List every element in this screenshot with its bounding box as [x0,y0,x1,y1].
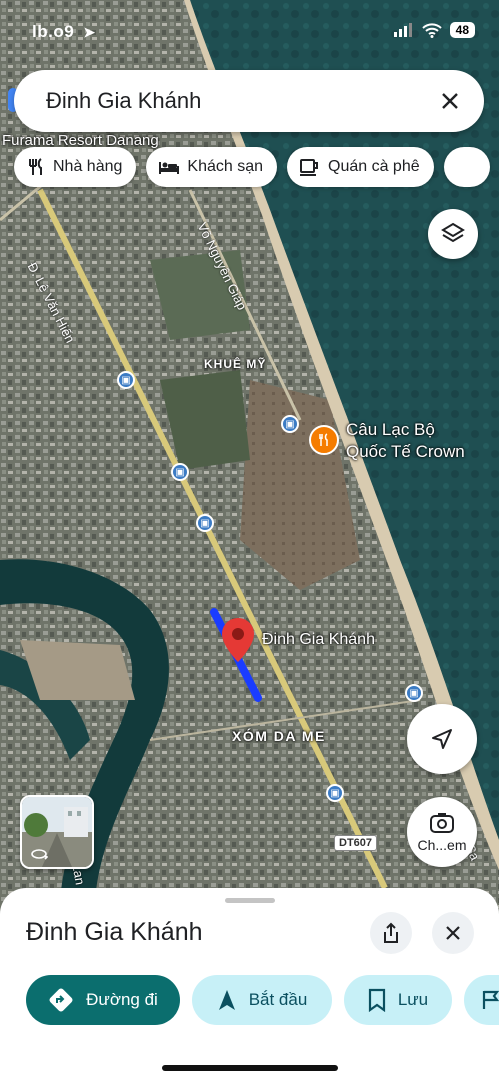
close-icon [446,926,460,940]
rotate-360-icon [31,849,48,860]
cellular-signal-icon [393,23,412,37]
district-label-xom-da-me: XÓM DA ME [232,728,326,744]
chip-coffee[interactable]: Quán cà phê [287,147,434,187]
share-button[interactable] [370,912,412,954]
status-icons: 48 [393,22,475,38]
hotel-icon [159,162,180,174]
layers-button[interactable] [428,209,478,259]
directions-button[interactable]: Đường đi [26,975,180,1025]
location-arrow-icon: ➤ [83,24,96,40]
pin-label[interactable]: Đinh Gia Khánh [262,631,375,649]
status-time: lb.o9 ➤ [32,22,96,42]
search-bar[interactable]: Đinh Gia Khánh [14,70,484,132]
status-time-text: lb.o9 [32,22,75,41]
poi-label-line2: Quốc Tế Crown [346,442,465,461]
save-button[interactable]: Lưu [344,975,452,1025]
save-label: Lưu [397,990,429,1009]
bus-stop-icon[interactable]: ▣ [281,415,299,433]
wifi-icon [421,22,442,38]
bus-stop-icon[interactable]: ▣ [117,371,135,389]
bus-stop-icon[interactable]: ▣ [326,784,344,802]
district-label-khue-my: KHUÊ MỸ [204,357,267,371]
layers-icon [441,222,465,243]
road-shield: DT607 [334,835,378,851]
share-icon [384,922,398,943]
restaurant-icon [29,158,42,175]
category-chips: Nhà hàng Khách sạn Quán cà phê [14,147,490,187]
my-location-button[interactable] [407,704,477,774]
fork-knife-icon [319,433,328,446]
sheet-drag-handle[interactable] [225,898,275,903]
navigation-arrow-icon [432,729,452,749]
street-view-thumbnail[interactable] [20,795,94,869]
camera-lens-icon [430,813,454,833]
place-bottom-sheet[interactable]: Đinh Gia Khánh Đường đi Bắt đầu Lưu [0,888,499,1080]
search-query[interactable]: Đinh Gia Khánh [46,88,430,114]
action-buttons: Đường đi Bắt đầu Lưu [26,975,499,1025]
restaurant-poi-marker[interactable] [309,425,339,455]
close-icon [442,93,458,109]
label-button[interactable] [464,975,499,1025]
location-pin-icon[interactable] [222,618,254,662]
close-sheet-button[interactable] [432,912,474,954]
directions-icon [49,988,73,1012]
chip-label: Khách sạn [187,158,263,175]
poi-label-crown[interactable]: Câu Lạc Bộ Quốc Tế Crown [346,419,465,463]
chip-label: Quán cà phê [328,158,420,175]
bus-stop-icon[interactable]: ▣ [405,684,423,702]
chip-more[interactable] [443,147,490,187]
bus-stop-icon[interactable]: ▣ [196,514,214,532]
start-button[interactable]: Bắt đầu [192,975,332,1025]
navigation-start-icon [218,990,235,1010]
chip-hotels[interactable]: Khách sạn [146,147,277,187]
home-indicator [162,1065,338,1071]
bus-stop-icon[interactable]: ▣ [171,463,189,481]
poi-label-line1: Câu Lạc Bộ [346,420,435,439]
bookmark-icon [368,988,385,1012]
clear-search-button[interactable] [430,81,470,121]
battery-indicator: 48 [449,22,475,38]
directions-label: Đường đi [86,990,158,1009]
start-label: Bắt đầu [248,990,308,1009]
lens-label: Ch...em [417,837,467,853]
coffee-icon [300,159,318,176]
place-title: Đinh Gia Khánh [26,918,203,946]
chip-label: Nhà hàng [53,158,123,175]
chip-restaurants[interactable]: Nhà hàng [14,147,137,187]
lens-button[interactable]: Ch...em [407,797,477,867]
flag-icon [482,990,499,1009]
